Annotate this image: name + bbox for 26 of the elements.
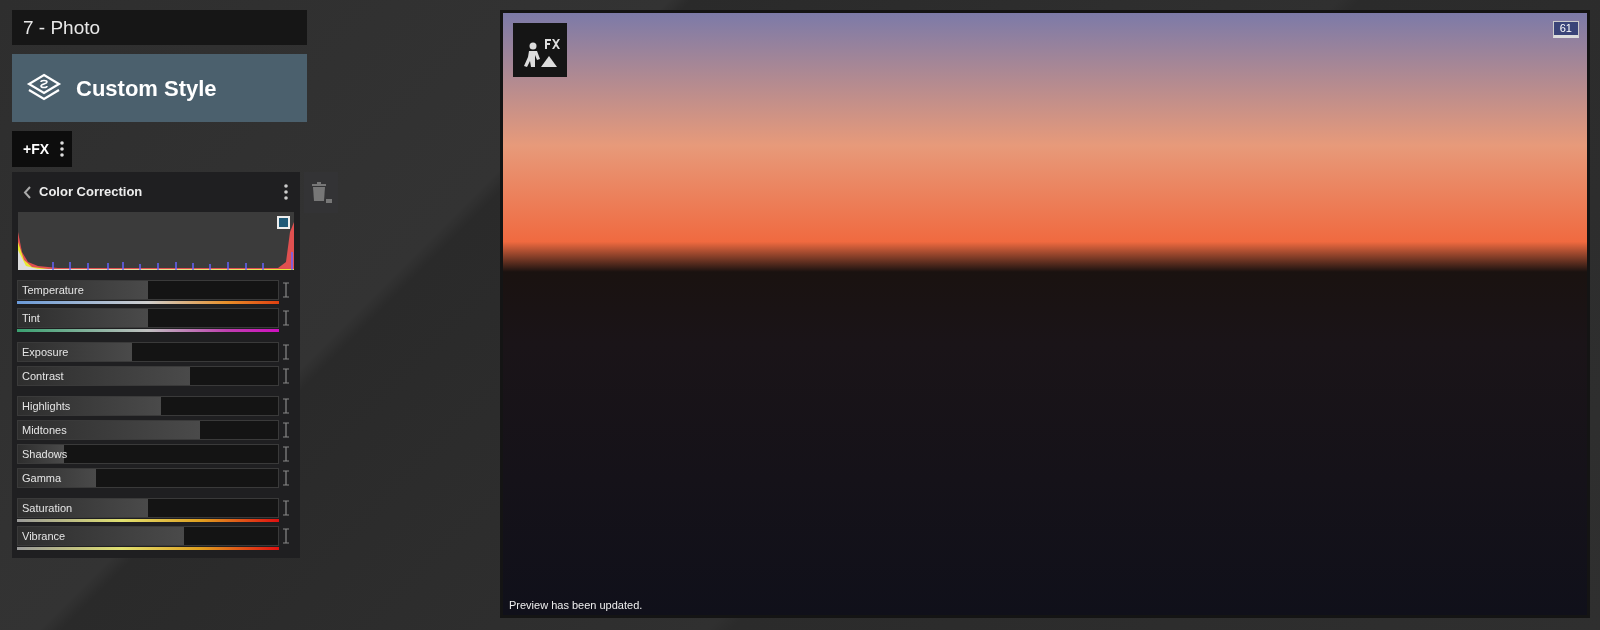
slider-track[interactable]: Saturation (17, 498, 279, 518)
slider-track[interactable]: Temperature (17, 280, 279, 300)
slider-track[interactable]: Shadows (17, 444, 279, 464)
add-fx-button[interactable]: +FX (12, 131, 73, 167)
slider-label: Contrast (21, 369, 64, 384)
slider-label: Vibrance (21, 529, 66, 544)
preview-status: Preview has been updated. (509, 597, 643, 613)
slider-label: Midtones (21, 423, 67, 438)
slider-track[interactable]: Vibrance (17, 526, 279, 546)
slider-label: Highlights (21, 399, 71, 414)
slider-track[interactable]: Midtones (17, 420, 279, 440)
slider-label: Tint (21, 311, 40, 326)
custom-style-button[interactable]: Custom Style (12, 54, 307, 122)
slider-label: Shadows (21, 447, 68, 462)
slider-track[interactable]: Gamma (17, 468, 279, 488)
frame-counter: 61 (1552, 21, 1579, 38)
slider-label: Temperature (21, 283, 84, 298)
slider-label: Saturation (21, 501, 73, 516)
slider-track[interactable]: Contrast (17, 366, 279, 386)
effect-title: Color Correction (39, 183, 144, 202)
slider-label: Gamma (21, 471, 62, 486)
slider-track[interactable]: Highlights (17, 396, 279, 416)
slider-label: Exposure (21, 345, 69, 360)
slider-track[interactable]: Tint (17, 308, 279, 328)
slider-track[interactable]: Exposure (17, 342, 279, 362)
layer-title: 7 - Photo (12, 10, 307, 45)
